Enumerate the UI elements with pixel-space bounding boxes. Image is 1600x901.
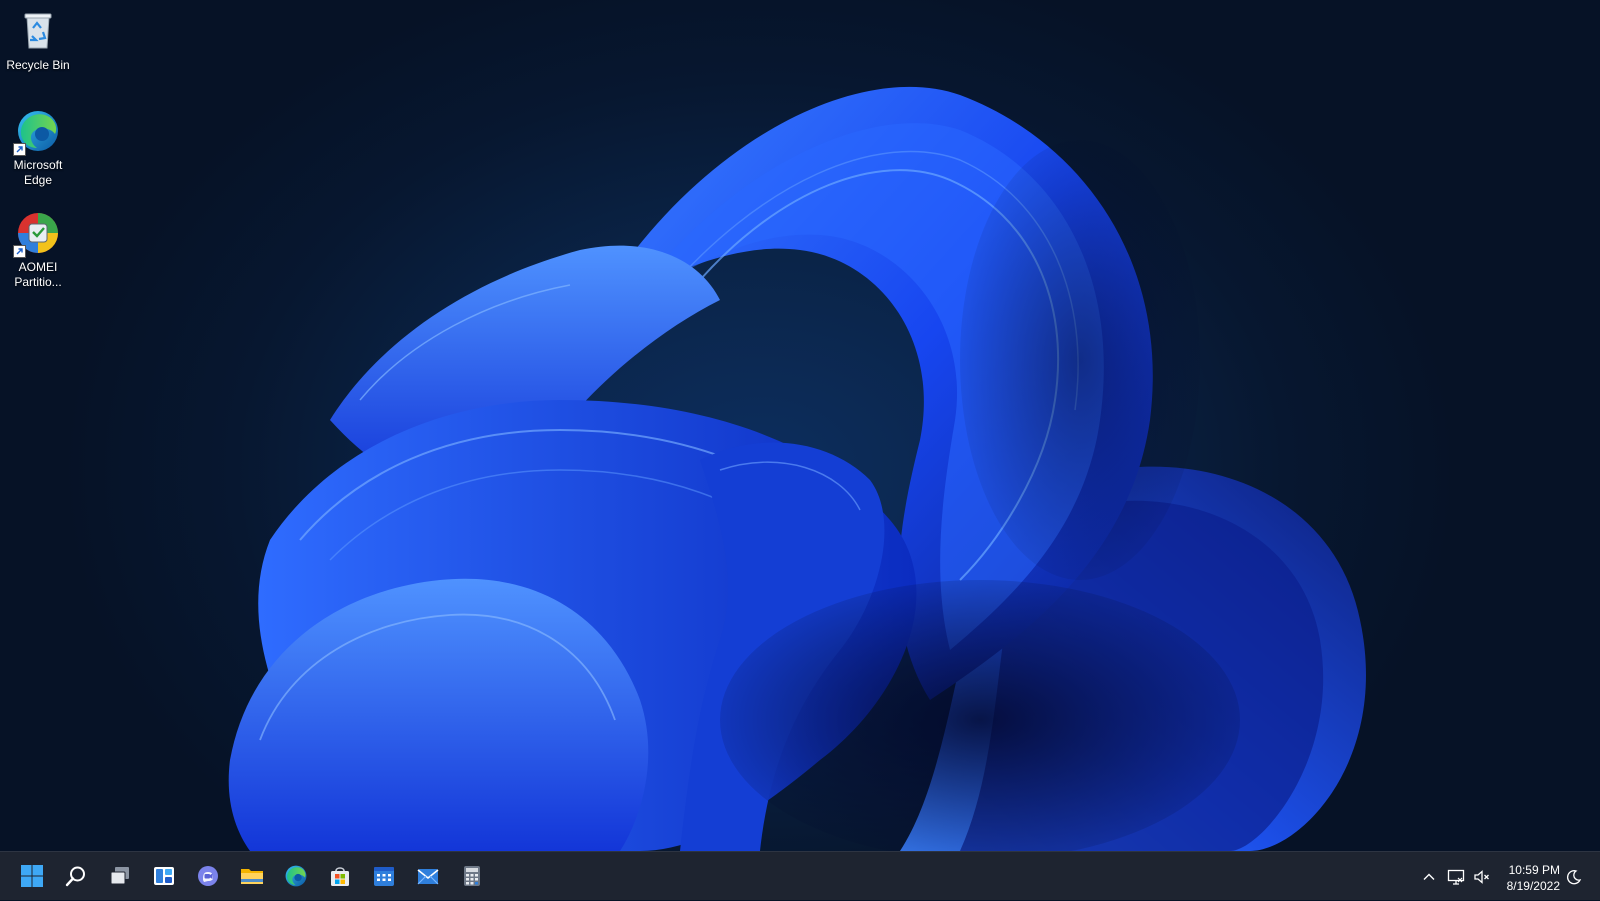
edge-icon [13, 108, 61, 156]
shortcut-arrow-icon [13, 245, 26, 258]
desktop-icon-recycle-bin[interactable]: Recycle Bin [4, 8, 72, 73]
chevron-up-icon [1423, 873, 1435, 880]
folder-icon [241, 869, 263, 884]
mail-icon [417, 869, 439, 885]
edge-icon [285, 865, 307, 887]
clock-date: 8/19/2022 [1506, 879, 1560, 893]
widgets-button[interactable] [146, 858, 182, 894]
desktop: Recycle Bin Microsoft Edge AOMEI Partiti… [0, 0, 1600, 851]
desktop-icon-label: Microsoft Edge [13, 158, 63, 187]
start-button[interactable] [14, 858, 50, 894]
desktop-icon-aomei-partition[interactable]: AOMEI Partitio... [4, 210, 72, 290]
aomei-partition-icon [13, 210, 61, 258]
desktop-icon-edge[interactable]: Microsoft Edge [4, 108, 72, 188]
file-explorer-button[interactable] [234, 858, 270, 894]
network-status-button[interactable] [1444, 852, 1468, 901]
show-hidden-icons-button[interactable] [1418, 852, 1440, 901]
calculator-icon [464, 866, 480, 886]
calendar-button[interactable] [366, 858, 402, 894]
network-icon [1447, 869, 1465, 885]
chat-button[interactable] [190, 858, 226, 894]
wallpaper-bloom [228, 86, 1366, 851]
moon-icon [1567, 869, 1582, 884]
recycle-bin-icon [15, 8, 61, 54]
widgets-icon [154, 867, 174, 885]
store-icon [331, 867, 349, 886]
taskbar: 10:59 PM 8/19/2022 [0, 851, 1600, 900]
calculator-button[interactable] [454, 858, 490, 894]
clock[interactable]: 10:59 PM 8/19/2022 [1490, 862, 1560, 894]
mail-button[interactable] [410, 858, 446, 894]
desktop-icon-label: AOMEI Partitio... [14, 260, 62, 289]
task-view-icon [110, 867, 129, 885]
clock-time: 10:59 PM [1508, 863, 1560, 877]
search-icon [65, 866, 85, 887]
windows-start-icon [21, 865, 43, 887]
focus-assist-button[interactable] [1562, 852, 1586, 901]
search-button[interactable] [58, 858, 94, 894]
calendar-icon [374, 867, 394, 886]
edge-button[interactable] [278, 858, 314, 894]
volume-muted-icon [1474, 869, 1489, 884]
chat-icon [198, 866, 218, 886]
task-view-button[interactable] [102, 858, 138, 894]
store-button[interactable] [322, 858, 358, 894]
shortcut-arrow-icon [13, 143, 26, 156]
desktop-icon-label: Recycle Bin [6, 58, 70, 72]
